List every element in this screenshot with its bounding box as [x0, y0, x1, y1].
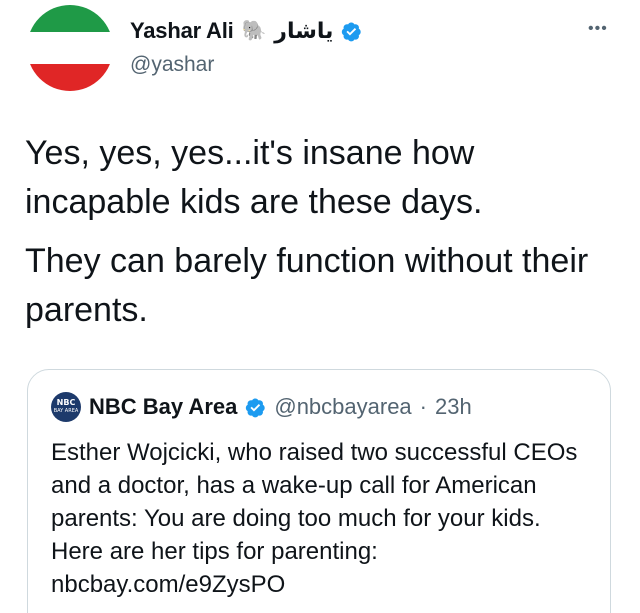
- verified-badge-icon: [341, 21, 362, 42]
- author-name-arabic: یاشار: [274, 18, 334, 43]
- tweet-text: Yes, yes, yes...it's insane how incapabl…: [25, 129, 625, 335]
- quoted-handle[interactable]: @nbcbayarea: [274, 394, 411, 420]
- more-options-icon[interactable]: •••: [588, 20, 608, 38]
- flag-red-band: [27, 64, 113, 91]
- tweet-paragraph: They can barely function without their p…: [25, 242, 589, 329]
- author-avatar[interactable]: [27, 5, 113, 91]
- quoted-tweet-text: Esther Wojcicki, who raised two successf…: [51, 439, 578, 598]
- quoted-timestamp[interactable]: 23h: [435, 394, 472, 420]
- author-name: Yashar Ali: [130, 18, 234, 43]
- quoted-display-name[interactable]: NBC Bay Area: [89, 394, 237, 420]
- tweet-paragraph: Yes, yes, yes...it's insane how incapabl…: [25, 134, 483, 221]
- meta-separator: ·: [419, 394, 427, 419]
- flag-green-band: [27, 5, 113, 32]
- author-display-name[interactable]: Yashar Ali 🐘 یاشار: [130, 18, 362, 44]
- elephant-emoji: 🐘: [241, 20, 267, 42]
- quoted-tweet-card[interactable]: NBC BAY AREA NBC Bay Area @nbcbayarea · …: [27, 369, 611, 613]
- nbc-logo-subtext: BAY AREA: [53, 408, 79, 414]
- nbc-bay-area-avatar[interactable]: NBC BAY AREA: [51, 392, 81, 422]
- verified-badge-icon: [245, 397, 266, 418]
- nbc-logo-text: NBC: [56, 398, 76, 407]
- author-handle[interactable]: @yashar: [130, 53, 214, 77]
- quoted-tweet-header: NBC BAY AREA NBC Bay Area @nbcbayarea · …: [51, 392, 472, 422]
